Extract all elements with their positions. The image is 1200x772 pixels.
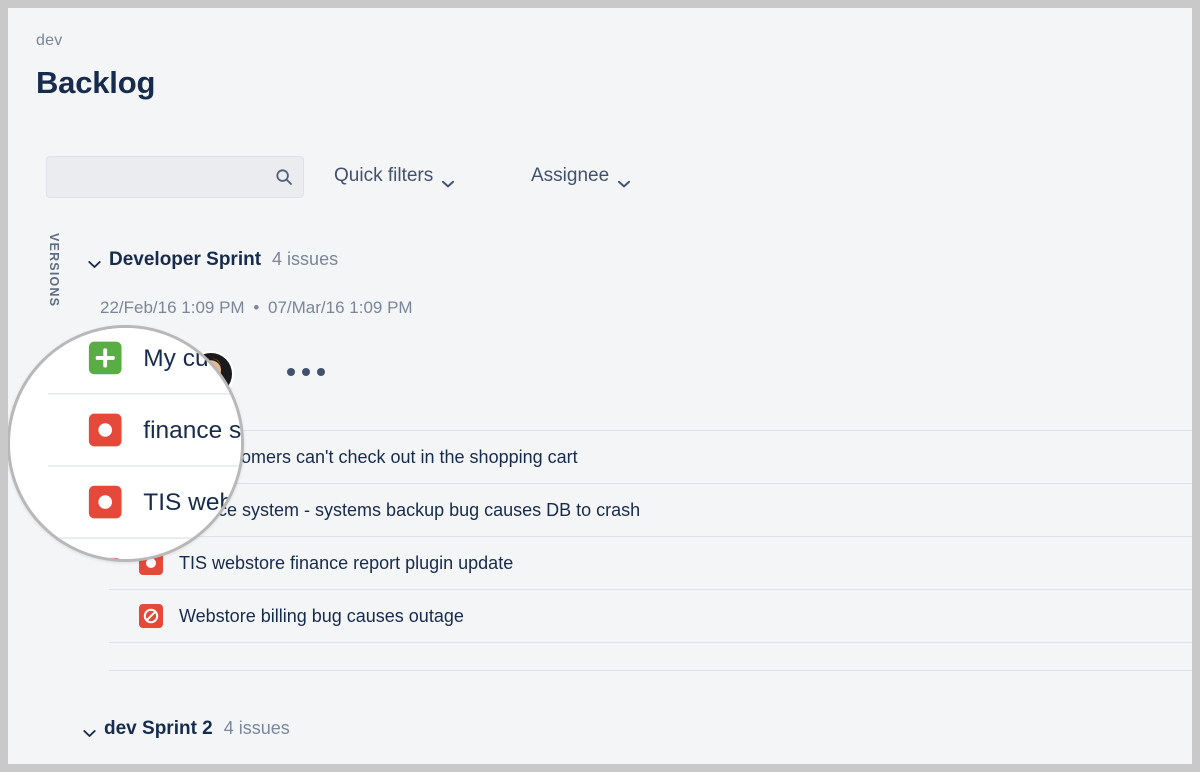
blocker-icon [139, 604, 163, 628]
issue-summary: My customers can't check out in the shop… [179, 447, 578, 468]
issue-summary: TIS webstore finance report plugin updat… [179, 553, 513, 574]
dot-icon [302, 368, 310, 376]
sprint-issue-count: 4 issues [224, 718, 290, 739]
app-canvas: dev Backlog Quick filters Assignee [8, 8, 1192, 764]
sprint-overflow-menu[interactable] [287, 368, 325, 376]
sprint-start-date: 22/Feb/16 1:09 PM [100, 298, 245, 317]
story-plus-icon [139, 445, 163, 469]
bug-dot-icon [139, 551, 163, 575]
quick-filters-dropdown[interactable]: Quick filters [334, 165, 454, 187]
sprint-header-dev-sprint-2[interactable]: dev Sprint 2 4 issues [83, 718, 290, 740]
page-title: Backlog [36, 65, 155, 101]
sprint-header-developer-sprint[interactable]: Developer Sprint 4 issues [88, 249, 338, 271]
rail-label-epics[interactable]: EPICS [47, 393, 61, 437]
sprint-name: dev Sprint 2 [104, 718, 213, 740]
bug-dot-icon [139, 498, 163, 522]
sprint-issue-count: 4 issues [272, 249, 338, 270]
breadcrumb[interactable]: dev [36, 32, 62, 50]
assignee-label: Assignee [531, 165, 609, 187]
date-separator: • [249, 298, 263, 317]
dot-icon [317, 368, 325, 376]
issue-summary: finance system - systems backup bug caus… [179, 500, 640, 521]
issue-row[interactable]: TIS webstore finance report plugin updat… [109, 537, 1192, 590]
search-input[interactable] [47, 157, 303, 197]
issue-row[interactable]: finance system - systems backup bug caus… [109, 484, 1192, 537]
assignee-dropdown[interactable]: Assignee [531, 165, 630, 187]
sprint-name: Developer Sprint [109, 249, 261, 271]
sprint-dates: 22/Feb/16 1:09 PM • 07/Mar/16 1:09 PM [100, 298, 413, 318]
issue-list: My customers can't check out in the shop… [109, 430, 1192, 671]
issue-summary: Webstore billing bug causes outage [179, 606, 464, 627]
issue-row[interactable]: My customers can't check out in the shop… [109, 431, 1192, 484]
quick-filters-label: Quick filters [334, 165, 433, 187]
issue-list-dropzone[interactable] [109, 643, 1192, 671]
chevron-down-icon[interactable] [83, 725, 96, 734]
sprint-end-date: 07/Mar/16 1:09 PM [268, 298, 413, 317]
chevron-down-icon[interactable] [88, 256, 101, 265]
avatar[interactable] [112, 351, 158, 397]
issue-row[interactable]: Webstore billing bug causes outage [109, 590, 1192, 643]
dot-icon [287, 368, 295, 376]
search-box[interactable] [46, 156, 304, 198]
chevron-down-icon [442, 172, 454, 180]
search-icon [275, 168, 293, 186]
rail-label-versions[interactable]: VERSIONS [47, 233, 61, 307]
chevron-down-icon [618, 172, 630, 180]
